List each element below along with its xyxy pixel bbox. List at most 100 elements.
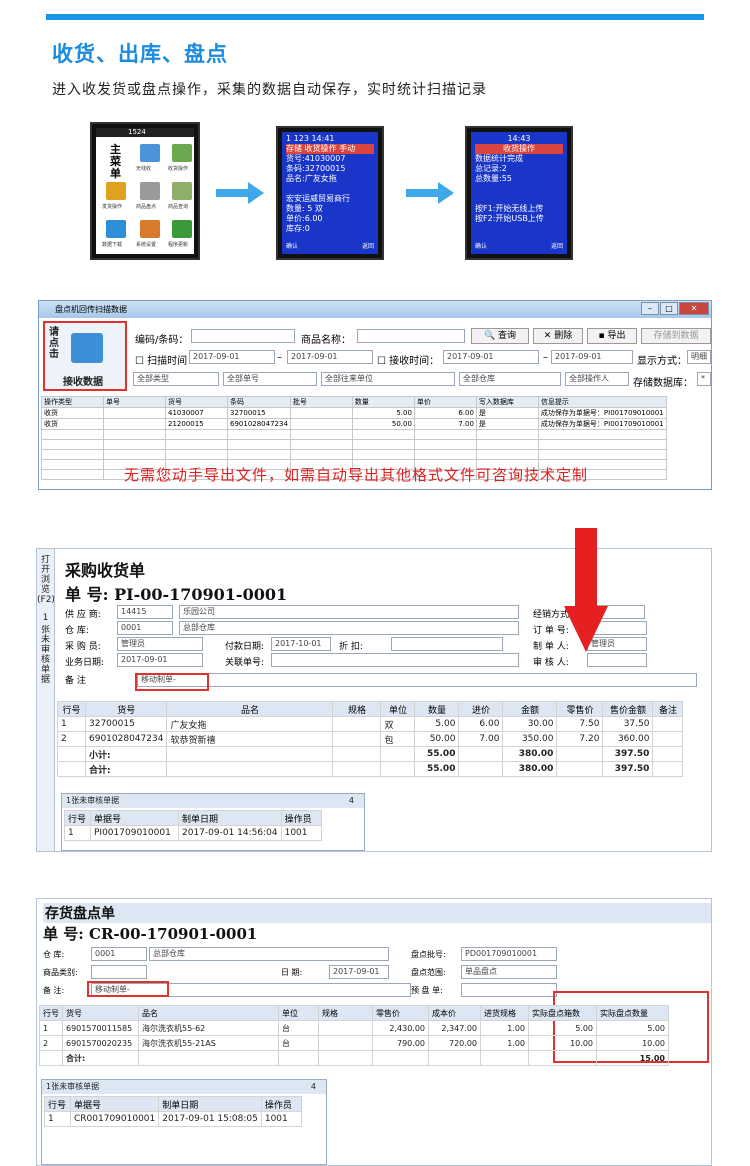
- grid-column-header[interactable]: 单价: [413, 396, 477, 408]
- tab-open-browse[interactable]: 打开浏览(F2): [37, 555, 54, 607]
- stock-column-header[interactable]: 单位: [278, 1005, 319, 1021]
- grid-column-header[interactable]: 写入数据库: [475, 396, 539, 408]
- filter-select[interactable]: 全部类型: [133, 372, 219, 386]
- table-row[interactable]: 2 6901028047234 软恭贺新禧 包 50.00 7.00 350.00 7.20 3…: [57, 731, 684, 747]
- table-row[interactable]: 收货 41030007 32700015 5.00 6.00 是成功保存为单据号：PI00…: [41, 407, 667, 419]
- table-row[interactable]: 1 6901570011585 海尔洗衣机55-62 台 2,430.00 2,347.0…: [39, 1020, 669, 1036]
- wireless-icon[interactable]: [140, 144, 160, 162]
- pending-column-header[interactable]: 操作员: [280, 810, 322, 826]
- download-icon[interactable]: [106, 220, 126, 238]
- stock-column-header[interactable]: 行号: [39, 1005, 63, 1021]
- ref-input[interactable]: [271, 653, 519, 667]
- table-row[interactable]: 2 6901570020235 海尔洗衣机55-21AS 台 790.00 720.00 1…: [39, 1035, 669, 1051]
- update-icon[interactable]: [172, 220, 192, 238]
- stock-column-header[interactable]: 成本价: [428, 1005, 481, 1021]
- query-button[interactable]: 🔍 查询: [471, 328, 529, 344]
- settings-icon[interactable]: [140, 220, 160, 238]
- receive-icon[interactable]: [172, 144, 192, 162]
- scan-date-to[interactable]: 2017-09-01: [287, 350, 373, 364]
- pay-date-input[interactable]: 2017-10-01: [271, 637, 331, 651]
- grid-column-header[interactable]: 数量: [351, 396, 415, 408]
- stock-date-input[interactable]: 2017-09-01: [329, 965, 389, 979]
- recv-date-to[interactable]: 2017-09-01: [551, 350, 633, 364]
- items-column-header[interactable]: 规格: [332, 701, 382, 717]
- items-column-header[interactable]: 备注: [652, 701, 684, 717]
- warehouse-code-input[interactable]: 0001: [117, 621, 173, 635]
- items-column-header[interactable]: 进价: [458, 701, 504, 717]
- pending-column-header[interactable]: 单据号: [90, 810, 179, 826]
- filter-select[interactable]: 全部仓库: [459, 372, 561, 386]
- discount-input[interactable]: [391, 637, 503, 651]
- stock-column-header[interactable]: 进货规格: [480, 1005, 529, 1021]
- pending-column-header[interactable]: 行号: [64, 810, 91, 826]
- filter-select[interactable]: 全部往来单位: [321, 372, 455, 386]
- items-column-header[interactable]: 售价金额: [602, 701, 654, 717]
- table-row[interactable]: 1 32700015 广友女拖 双 5.00 6.00 30.00 7.50 37.50: [57, 716, 684, 732]
- inventory-icon[interactable]: [140, 182, 160, 200]
- scan-time-checkbox[interactable]: ☐ 扫描时间：: [135, 352, 197, 367]
- table-row[interactable]: 收货 21200015 6901028047234 50.00 7.00 是成功保存为单据…: [41, 418, 667, 430]
- pending-column-header[interactable]: 制单日期: [178, 810, 282, 826]
- save-db-button[interactable]: 存储到数据: [641, 328, 711, 344]
- stock-column-header[interactable]: 零售价: [372, 1005, 429, 1021]
- category-input[interactable]: [91, 965, 147, 979]
- scan-date-from[interactable]: 2017-09-01: [189, 350, 275, 364]
- display-select[interactable]: 明细: [687, 350, 711, 364]
- items-column-header[interactable]: 货号: [84, 701, 168, 717]
- receive-data-panel[interactable]: 请点击 接收数据: [43, 321, 127, 391]
- stock-column-header[interactable]: 货号: [62, 1005, 139, 1021]
- items-column-header[interactable]: 品名: [166, 701, 334, 717]
- scope-input[interactable]: 单品盘点: [461, 965, 557, 979]
- stock-column-header[interactable]: 品名: [138, 1005, 279, 1021]
- items-column-header[interactable]: 单位: [380, 701, 416, 717]
- grid-column-header[interactable]: 信息提示: [537, 396, 667, 408]
- grid-column-header[interactable]: 条码: [227, 396, 291, 408]
- pin-icon[interactable]: 4: [349, 794, 354, 808]
- grid-column-header[interactable]: 操作类型: [41, 396, 104, 408]
- grid-column-header[interactable]: 批号: [289, 396, 353, 408]
- items-column-header[interactable]: 数量: [414, 701, 460, 717]
- items-column-header[interactable]: 金额: [502, 701, 558, 717]
- export-button[interactable]: ▪ 导出: [587, 328, 637, 344]
- table-row[interactable]: 1 CR001709010001 2017-09-01 15:08:05 1001: [44, 1111, 302, 1127]
- filter-select[interactable]: 全部单号: [223, 372, 317, 386]
- phone2-back[interactable]: 返回: [362, 242, 374, 252]
- store-select[interactable]: *: [697, 372, 711, 386]
- tab-unreviewed[interactable]: 张未审核单据: [37, 625, 54, 707]
- stock-column-header[interactable]: 规格: [318, 1005, 373, 1021]
- receive-data-icon[interactable]: [71, 333, 103, 363]
- recv-date-from[interactable]: 2017-09-01: [443, 350, 539, 364]
- table-row[interactable]: 1 PI001709010001 2017-09-01 14:56:04 1001: [64, 825, 322, 841]
- phone3-confirm[interactable]: 确认: [475, 242, 487, 252]
- minimize-button[interactable]: –: [641, 302, 659, 315]
- pending-column-header[interactable]: 操作员: [260, 1096, 302, 1112]
- grid-column-header[interactable]: 货号: [165, 396, 228, 408]
- pending-column-header[interactable]: 单据号: [69, 1096, 160, 1112]
- receive-data-button[interactable]: 接收数据: [63, 373, 103, 388]
- stock-column-header[interactable]: 实际盘点箱数: [528, 1005, 597, 1021]
- stock-column-header[interactable]: 实际盘点数量: [596, 1005, 669, 1021]
- close-button[interactable]: ✕: [679, 302, 709, 315]
- name-input[interactable]: [357, 329, 465, 343]
- delete-button[interactable]: ✕ 删除: [533, 328, 583, 344]
- recv-time-checkbox[interactable]: ☐ 接收时间：: [377, 352, 439, 367]
- stock-warehouse-name[interactable]: 总部仓库: [149, 947, 389, 961]
- ship-icon[interactable]: [106, 182, 126, 200]
- warehouse-name-input[interactable]: 总部仓库: [179, 621, 519, 635]
- supplier-name-input[interactable]: 乐园公司: [179, 605, 519, 619]
- items-column-header[interactable]: 零售价: [556, 701, 604, 717]
- pending-column-header[interactable]: 制单日期: [158, 1096, 262, 1112]
- biz-date-input[interactable]: 2017-09-01: [117, 653, 203, 667]
- note-input[interactable]: 移动制单-: [137, 673, 697, 687]
- query-icon[interactable]: [172, 182, 192, 200]
- phone2-confirm[interactable]: 确认: [286, 242, 298, 252]
- maximize-button[interactable]: □: [660, 302, 678, 315]
- phone3-back[interactable]: 返回: [551, 242, 563, 252]
- buyer-input[interactable]: 管理员: [117, 637, 203, 651]
- pending-column-header[interactable]: 行号: [44, 1096, 71, 1112]
- plan-input[interactable]: [461, 983, 557, 997]
- supplier-code-input[interactable]: 14415: [117, 605, 173, 619]
- filter-select[interactable]: 全部操作人: [565, 372, 629, 386]
- grid-column-header[interactable]: 单号: [103, 396, 166, 408]
- code-input[interactable]: [191, 329, 295, 343]
